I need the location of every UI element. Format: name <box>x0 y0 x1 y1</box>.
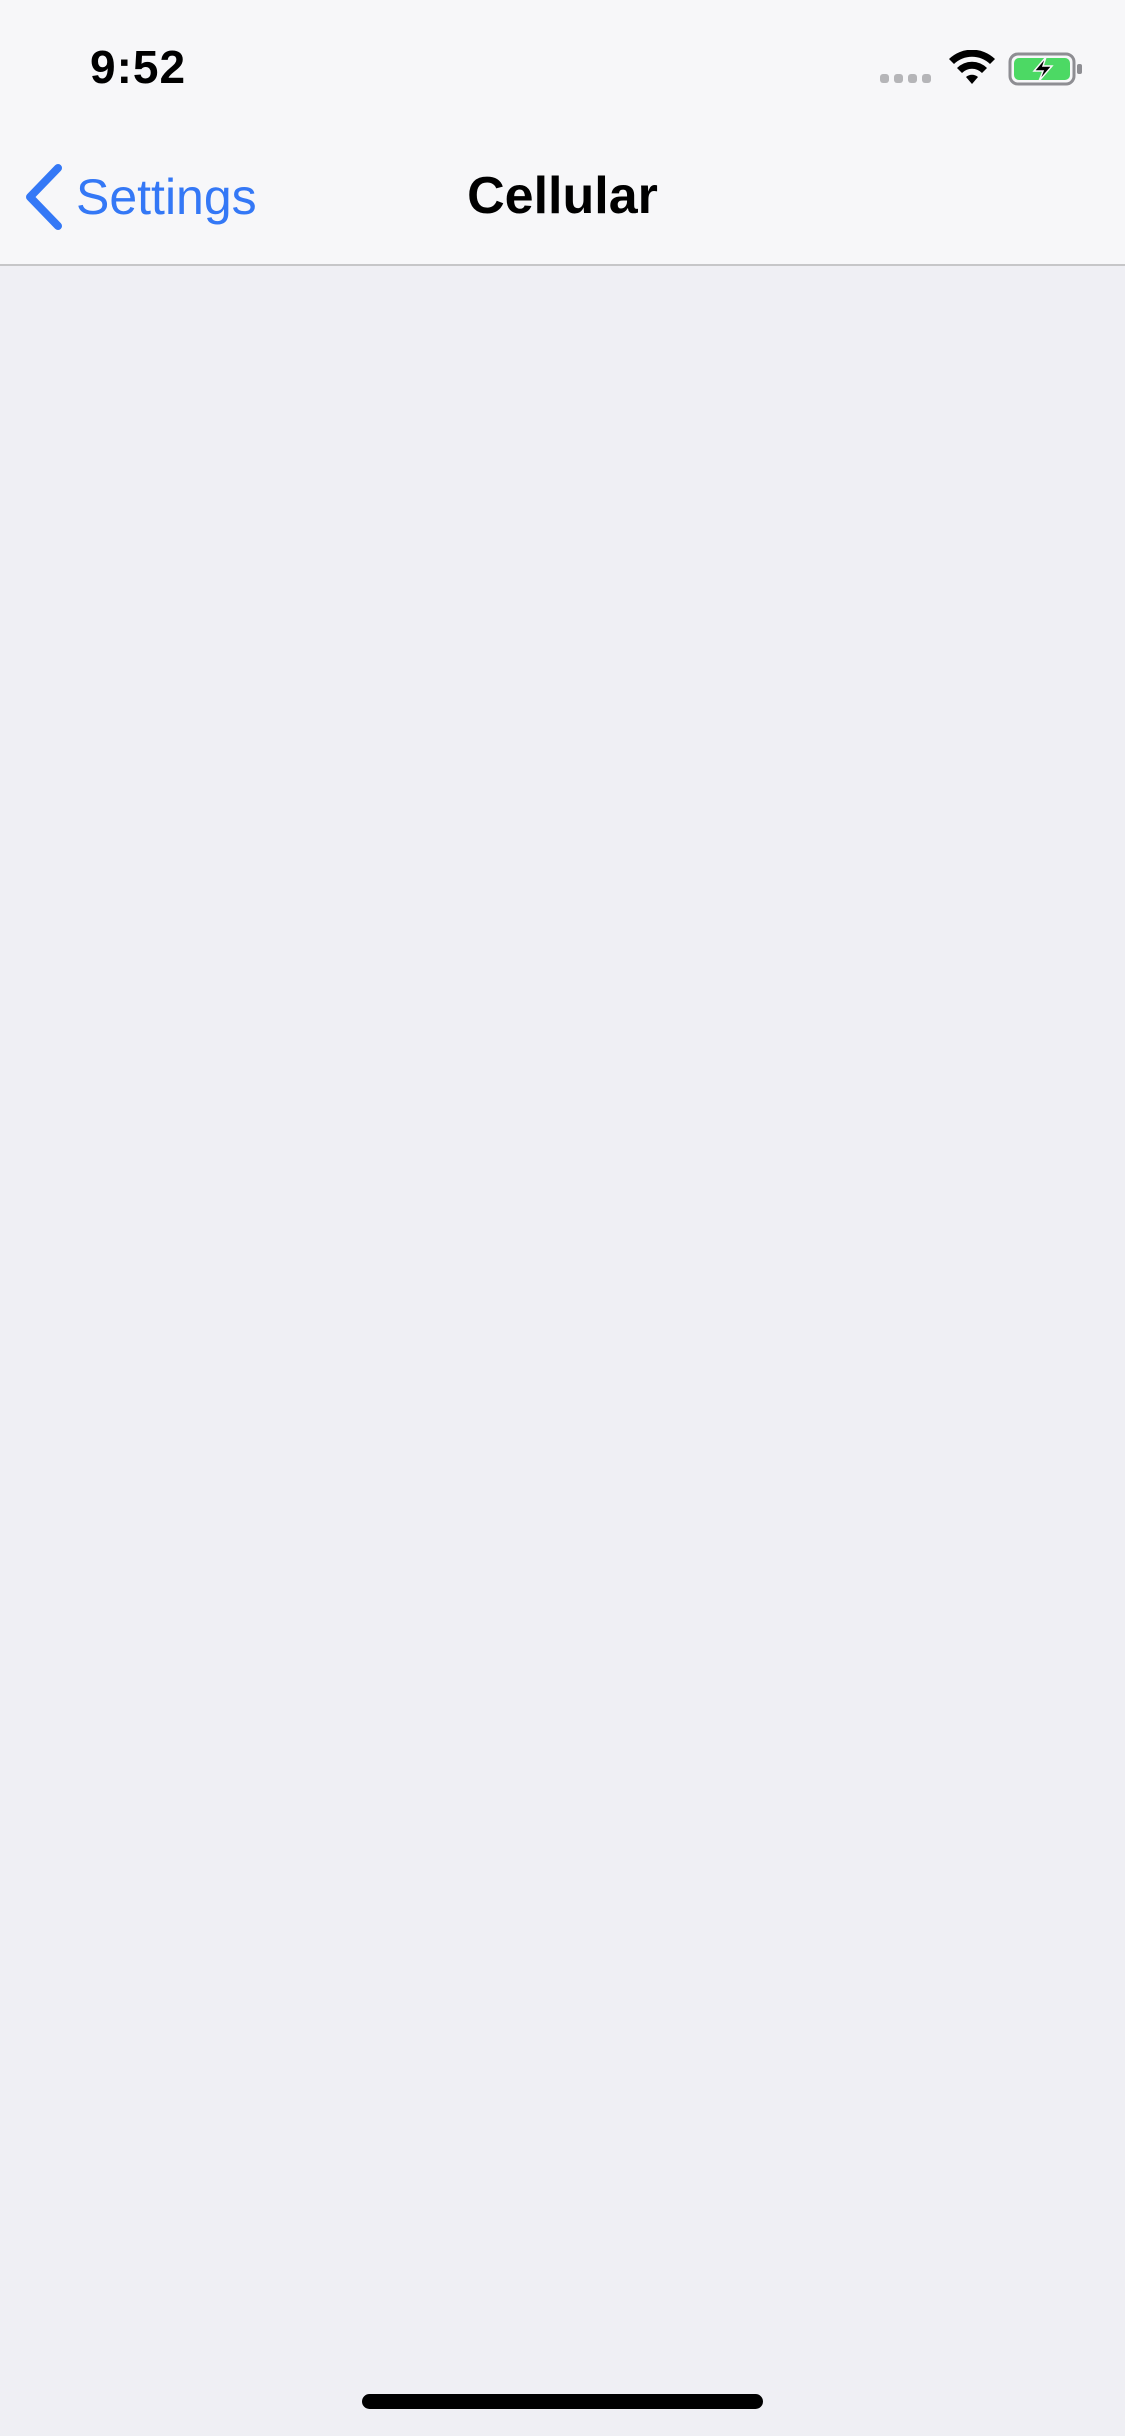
status-time: 9:52 <box>90 41 187 93</box>
status-bar: 9:52 <box>0 0 1125 132</box>
page-title: Cellular <box>467 167 658 225</box>
battery-charging-icon <box>1008 52 1082 86</box>
content-area <box>0 266 1125 2436</box>
home-indicator[interactable] <box>362 2394 763 2409</box>
navigation-bar: Settings Cellular <box>0 132 1125 266</box>
wifi-icon <box>949 50 995 84</box>
signal-dots-icon <box>880 74 931 83</box>
